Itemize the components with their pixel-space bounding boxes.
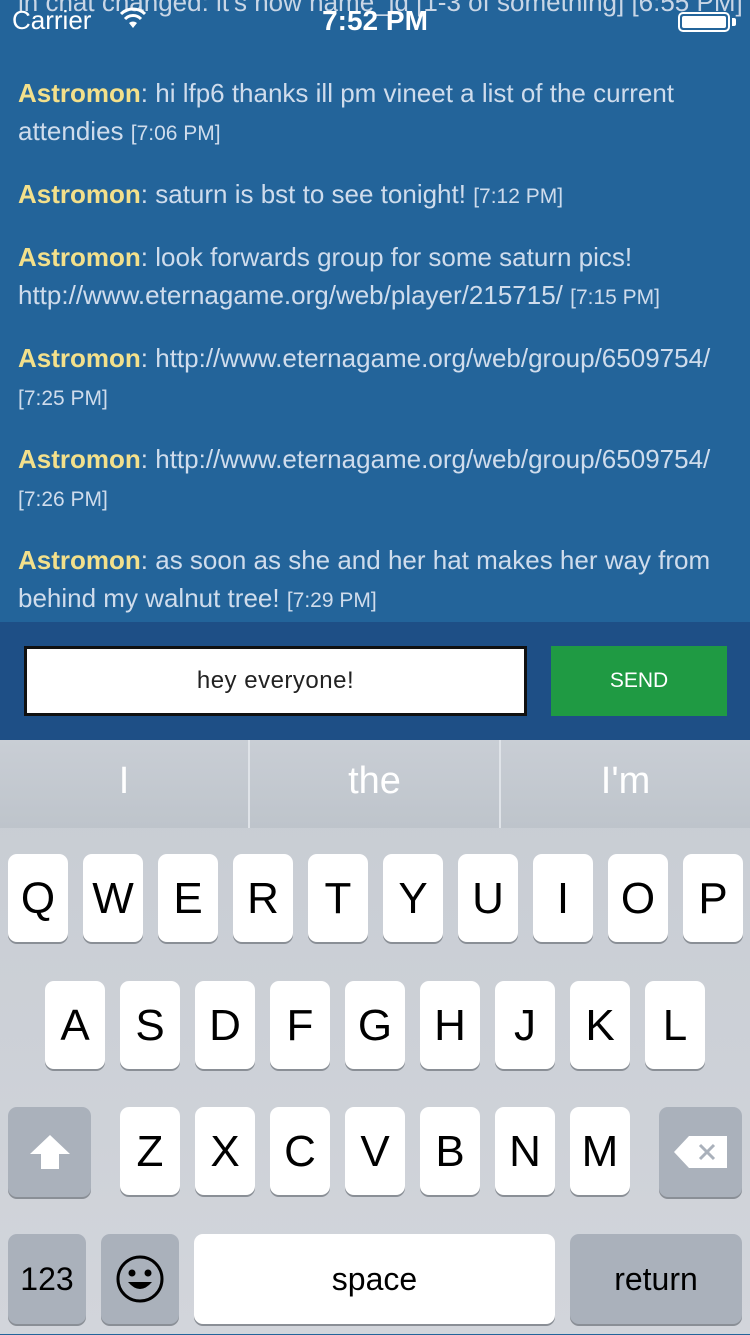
message-author: Astromon [18,179,141,209]
clock: 7:52 PM [322,5,428,36]
backspace-icon [673,1136,727,1168]
message-timestamp: [7:06 PM] [130,122,221,145]
chat-message: Astromon: look forwards group for some s… [18,238,738,317]
key-o[interactable]: O [608,854,668,942]
key-f[interactable]: F [270,981,330,1069]
delete-key[interactable] [659,1107,742,1197]
key-q[interactable]: Q [8,854,68,942]
key-v[interactable]: V [345,1107,405,1195]
key-c[interactable]: C [270,1107,330,1195]
chat-message: Astromon: saturn is bst to see tonight! … [18,175,738,216]
key-m[interactable]: M [570,1107,630,1195]
suggestion-1[interactable]: I [0,740,248,828]
emoji-key[interactable] [101,1234,179,1324]
message-author: Astromon [18,545,141,575]
key-d[interactable]: D [195,981,255,1069]
key-y[interactable]: Y [383,854,443,942]
key-a[interactable]: A [45,981,105,1069]
key-h[interactable]: H [420,981,480,1069]
message-author: Astromon [18,444,141,474]
return-key[interactable]: return [570,1234,742,1324]
send-button[interactable]: SEND [551,646,727,716]
key-e[interactable]: E [158,854,218,942]
key-x[interactable]: X [195,1107,255,1195]
key-u[interactable]: U [458,854,518,942]
key-j[interactable]: J [495,981,555,1069]
suggestion-3[interactable]: I'm [501,740,750,828]
space-key[interactable]: space [194,1234,555,1324]
battery-icon [678,12,738,34]
chat-message-list: Astromon: hi lfp6 thanks ill pm vineet a… [18,74,738,622]
emoji-icon [116,1255,164,1303]
message-input[interactable]: hey everyone! [24,646,527,716]
shift-icon [29,1135,70,1169]
message-timestamp: [7:26 PM] [18,488,108,511]
key-k[interactable]: K [570,981,630,1069]
suggestion-2[interactable]: the [250,740,499,828]
message-text: : http://www.eternagame.org/web/group/65… [140,343,711,373]
message-text: : http://www.eternagame.org/web/group/65… [140,444,711,474]
message-timestamp: [7:15 PM] [570,286,660,309]
chat-message: Astromon: hi lfp6 thanks ill pm vineet a… [18,74,738,153]
shift-key[interactable] [8,1107,91,1197]
message-composer: hey everyone! SEND [0,622,750,740]
key-n[interactable]: N [495,1107,555,1195]
status-bar: Carrier 7:52 PM [0,0,750,40]
numbers-key[interactable]: 123 [8,1234,86,1324]
key-r[interactable]: R [233,854,293,942]
message-timestamp: [7:25 PM] [18,387,108,410]
keyboard: I the I'm QWERTYUIOPASDFGHJKLZXCVBNM 123… [0,740,750,1334]
key-z[interactable]: Z [120,1107,180,1195]
suggestion-bar: I the I'm [0,740,750,828]
chat-panel[interactable]: in chat changed: it's now name_id [1-3 o… [0,0,750,622]
message-timestamp: [7:29 PM] [286,589,377,612]
chat-message: Astromon: as soon as she and her hat mak… [18,541,738,620]
message-author: Astromon [18,242,141,272]
message-author: Astromon [18,78,141,108]
message-author: Astromon [18,343,141,373]
chat-message: Astromon: http://www.eternagame.org/web/… [18,339,738,418]
message-timestamp: [7:12 PM] [473,185,564,208]
key-t[interactable]: T [308,854,368,942]
key-w[interactable]: W [83,854,143,942]
key-b[interactable]: B [420,1107,480,1195]
key-l[interactable]: L [645,981,705,1069]
key-i[interactable]: I [533,854,593,942]
key-p[interactable]: P [683,854,743,942]
key-s[interactable]: S [120,981,180,1069]
key-g[interactable]: G [345,981,405,1069]
message-text: : saturn is bst to see tonight! [140,179,474,209]
chat-message: Astromon: http://www.eternagame.org/web/… [18,440,738,519]
